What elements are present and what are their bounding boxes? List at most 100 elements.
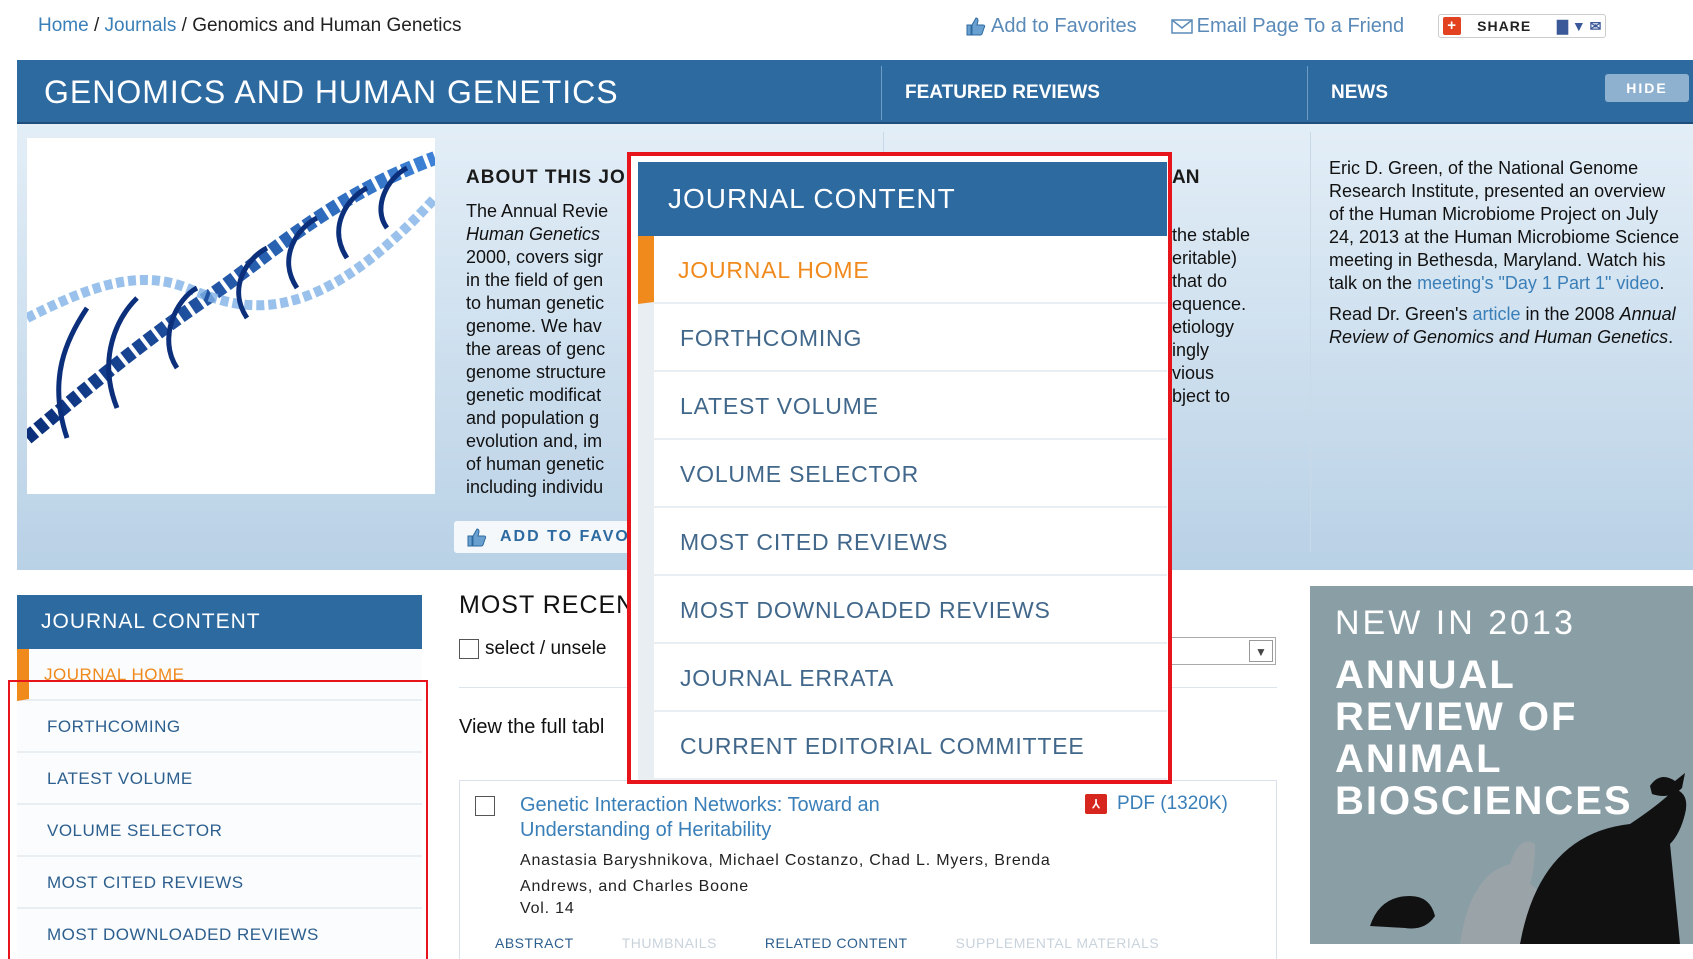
article-checkbox[interactable] (475, 796, 495, 816)
popup-item-most-cited[interactable]: MOST CITED REVIEWS (638, 508, 1167, 576)
news-text: Eric D. Green, of the National Genome Re… (1329, 157, 1684, 357)
about-line: evolution and, im (466, 431, 603, 451)
featured-line: the stable (1172, 225, 1251, 245)
sort-select[interactable]: ▼ (1160, 637, 1276, 665)
breadcrumb-journals[interactable]: Journals (105, 15, 177, 36)
email-page-label: Email Page To a Friend (1196, 14, 1405, 37)
featured-line: that do (1172, 271, 1228, 291)
add-to-favorites-link[interactable]: Add to Favorites (965, 15, 1137, 38)
about-line: including individu (466, 477, 604, 497)
breadcrumb-home[interactable]: Home (38, 15, 89, 36)
column-divider (1310, 132, 1311, 552)
news-article-link[interactable]: article (1473, 304, 1521, 324)
article-title[interactable]: Genetic Interaction Networks: Toward an … (520, 793, 990, 843)
popup-item-journal-errata[interactable]: JOURNAL ERRATA (638, 644, 1167, 712)
hide-button[interactable]: HIDE (1605, 74, 1689, 102)
breadcrumb: Home / Journals / Genomics and Human Gen… (38, 15, 462, 37)
about-line: in the field of gen (466, 270, 604, 290)
article-volume: Vol. 14 (520, 900, 575, 917)
most-recent-heading: MOST RECEN (459, 591, 636, 619)
pdf-icon: ⅄ (1085, 794, 1107, 814)
featured-text: the stable eritable) that do equence. et… (1172, 224, 1272, 408)
animal-silhouettes (1370, 773, 1687, 944)
news-text-part: in the 2008 (1520, 304, 1615, 324)
news-text-part: Read Dr. Green's (1329, 304, 1473, 324)
tab-featured-reviews[interactable]: FEATURED REVIEWS (905, 82, 1100, 104)
journal-header: GENOMICS AND HUMAN GENETICS FEATURED REV… (17, 60, 1693, 124)
popup-item-journal-home[interactable]: JOURNAL HOME (638, 236, 1167, 304)
thumbs-up-icon (467, 528, 487, 547)
featured-line: vious (1172, 363, 1215, 383)
breadcrumb-current: Genomics and Human Genetics (192, 15, 462, 36)
popup-item-editorial-committee[interactable]: CURRENT EDITORIAL COMMITTEE (638, 712, 1167, 780)
popup-menu-list: JOURNAL HOME FORTHCOMING LATEST VOLUME V… (638, 236, 1167, 780)
about-line: the areas of genc (466, 339, 606, 359)
select-all-checkbox[interactable] (459, 639, 479, 659)
featured-heading: AN (1172, 167, 1200, 188)
article-tabs: ABSTRACT THUMBNAILS RELATED CONTENT SUPP… (495, 935, 1207, 951)
tab-abstract[interactable]: ABSTRACT (495, 935, 574, 951)
view-full-toc-text: View the full tabl (459, 716, 605, 738)
pdf-link[interactable]: ⅄ PDF (1320K) (1085, 793, 1228, 815)
popup-item-volume-selector[interactable]: VOLUME SELECTOR (638, 440, 1167, 508)
dna-image (27, 138, 435, 494)
select-all-label: select / unsele (485, 638, 607, 659)
add-to-favorites-button[interactable]: ADD TO FAVO (454, 521, 634, 553)
header-divider (881, 66, 882, 120)
highlight-outline (8, 680, 428, 959)
breadcrumb-separator: / (93, 15, 100, 36)
popup-item-most-downloaded[interactable]: MOST DOWNLOADED REVIEWS (638, 576, 1167, 644)
plus-icon: + (1443, 17, 1462, 35)
tab-news[interactable]: NEWS (1331, 82, 1388, 104)
about-text: The Annual Revie Human Genetics 2000, co… (466, 200, 631, 499)
about-line: to human genetic (466, 293, 605, 313)
about-line: 2000, covers sigr (466, 247, 604, 267)
featured-line: ingly (1172, 340, 1210, 360)
news-paragraph: Eric D. Green, of the National Genome Re… (1329, 157, 1684, 295)
about-line: genome. We hav (466, 316, 602, 336)
add-to-favorites-label: Add to Favorites (991, 14, 1137, 37)
share-label: SHARE (1477, 18, 1532, 34)
featured-line: etiology (1172, 317, 1235, 337)
sidebar-heading: JOURNAL CONTENT (17, 595, 422, 649)
about-heading: ABOUT THIS JO (466, 167, 626, 188)
featured-line: eritable) (1172, 248, 1238, 268)
pdf-label: PDF (1320K) (1117, 793, 1228, 814)
social-icons: ▇ ▼ ✉ (1557, 17, 1602, 34)
featured-line: equence. (1172, 294, 1247, 314)
select-row: select / unsele (459, 638, 606, 660)
about-line: genetic modificat (466, 385, 602, 405)
top-links: Add to Favorites Email Page To a Friend … (965, 14, 1607, 38)
news-video-link[interactable]: meeting's "Day 1 Part 1" video (1417, 273, 1659, 293)
about-line: genome structure (466, 362, 607, 382)
page: Home / Journals / Genomics and Human Gen… (0, 0, 1693, 959)
share-button[interactable]: + SHARE ▇ ▼ ✉ (1438, 14, 1607, 38)
add-to-favorites-button-label: ADD TO FAVO (500, 528, 630, 545)
tab-related-content[interactable]: RELATED CONTENT (765, 935, 908, 951)
email-page-link[interactable]: Email Page To a Friend (1170, 14, 1405, 38)
popup-item-latest-volume[interactable]: LATEST VOLUME (638, 372, 1167, 440)
about-line: and population g (466, 408, 600, 428)
news-paragraph: Read Dr. Green's article in the 2008 Ann… (1329, 303, 1684, 349)
featured-line: bject to (1172, 386, 1231, 406)
breadcrumb-separator: / (181, 15, 187, 36)
header-divider (1307, 66, 1308, 120)
popup-heading: JOURNAL CONTENT (638, 162, 1167, 236)
chevron-down-icon: ▼ (1249, 640, 1273, 662)
about-line: Human Genetics (466, 224, 601, 244)
dna-helix-illustration (27, 151, 435, 444)
tab-thumbnails: THUMBNAILS (621, 935, 717, 951)
article-authors: Anastasia Baryshnikova, Michael Costanzo… (520, 852, 1051, 895)
top-bar: Home / Journals / Genomics and Human Gen… (0, 0, 1693, 52)
journal-title: GENOMICS AND HUMAN GENETICS (44, 74, 619, 110)
thumbs-up-icon (966, 17, 986, 36)
tab-supplemental: SUPPLEMENTAL MATERIALS (955, 935, 1160, 951)
article-card: Genetic Interaction Networks: Toward an … (459, 780, 1277, 959)
journal-content-popup: JOURNAL CONTENT JOURNAL HOME FORTHCOMING… (627, 152, 1172, 784)
popup-item-forthcoming[interactable]: FORTHCOMING (638, 304, 1167, 372)
ad-banner[interactable]: NEW IN 2013 ANNUAL REVIEW OF ANIMAL BIOS… (1310, 586, 1693, 944)
about-line: The Annual Revie (466, 201, 609, 221)
envelope-icon (1170, 19, 1193, 34)
news-text-part: . (1659, 273, 1665, 293)
news-text-part: . (1668, 327, 1674, 347)
